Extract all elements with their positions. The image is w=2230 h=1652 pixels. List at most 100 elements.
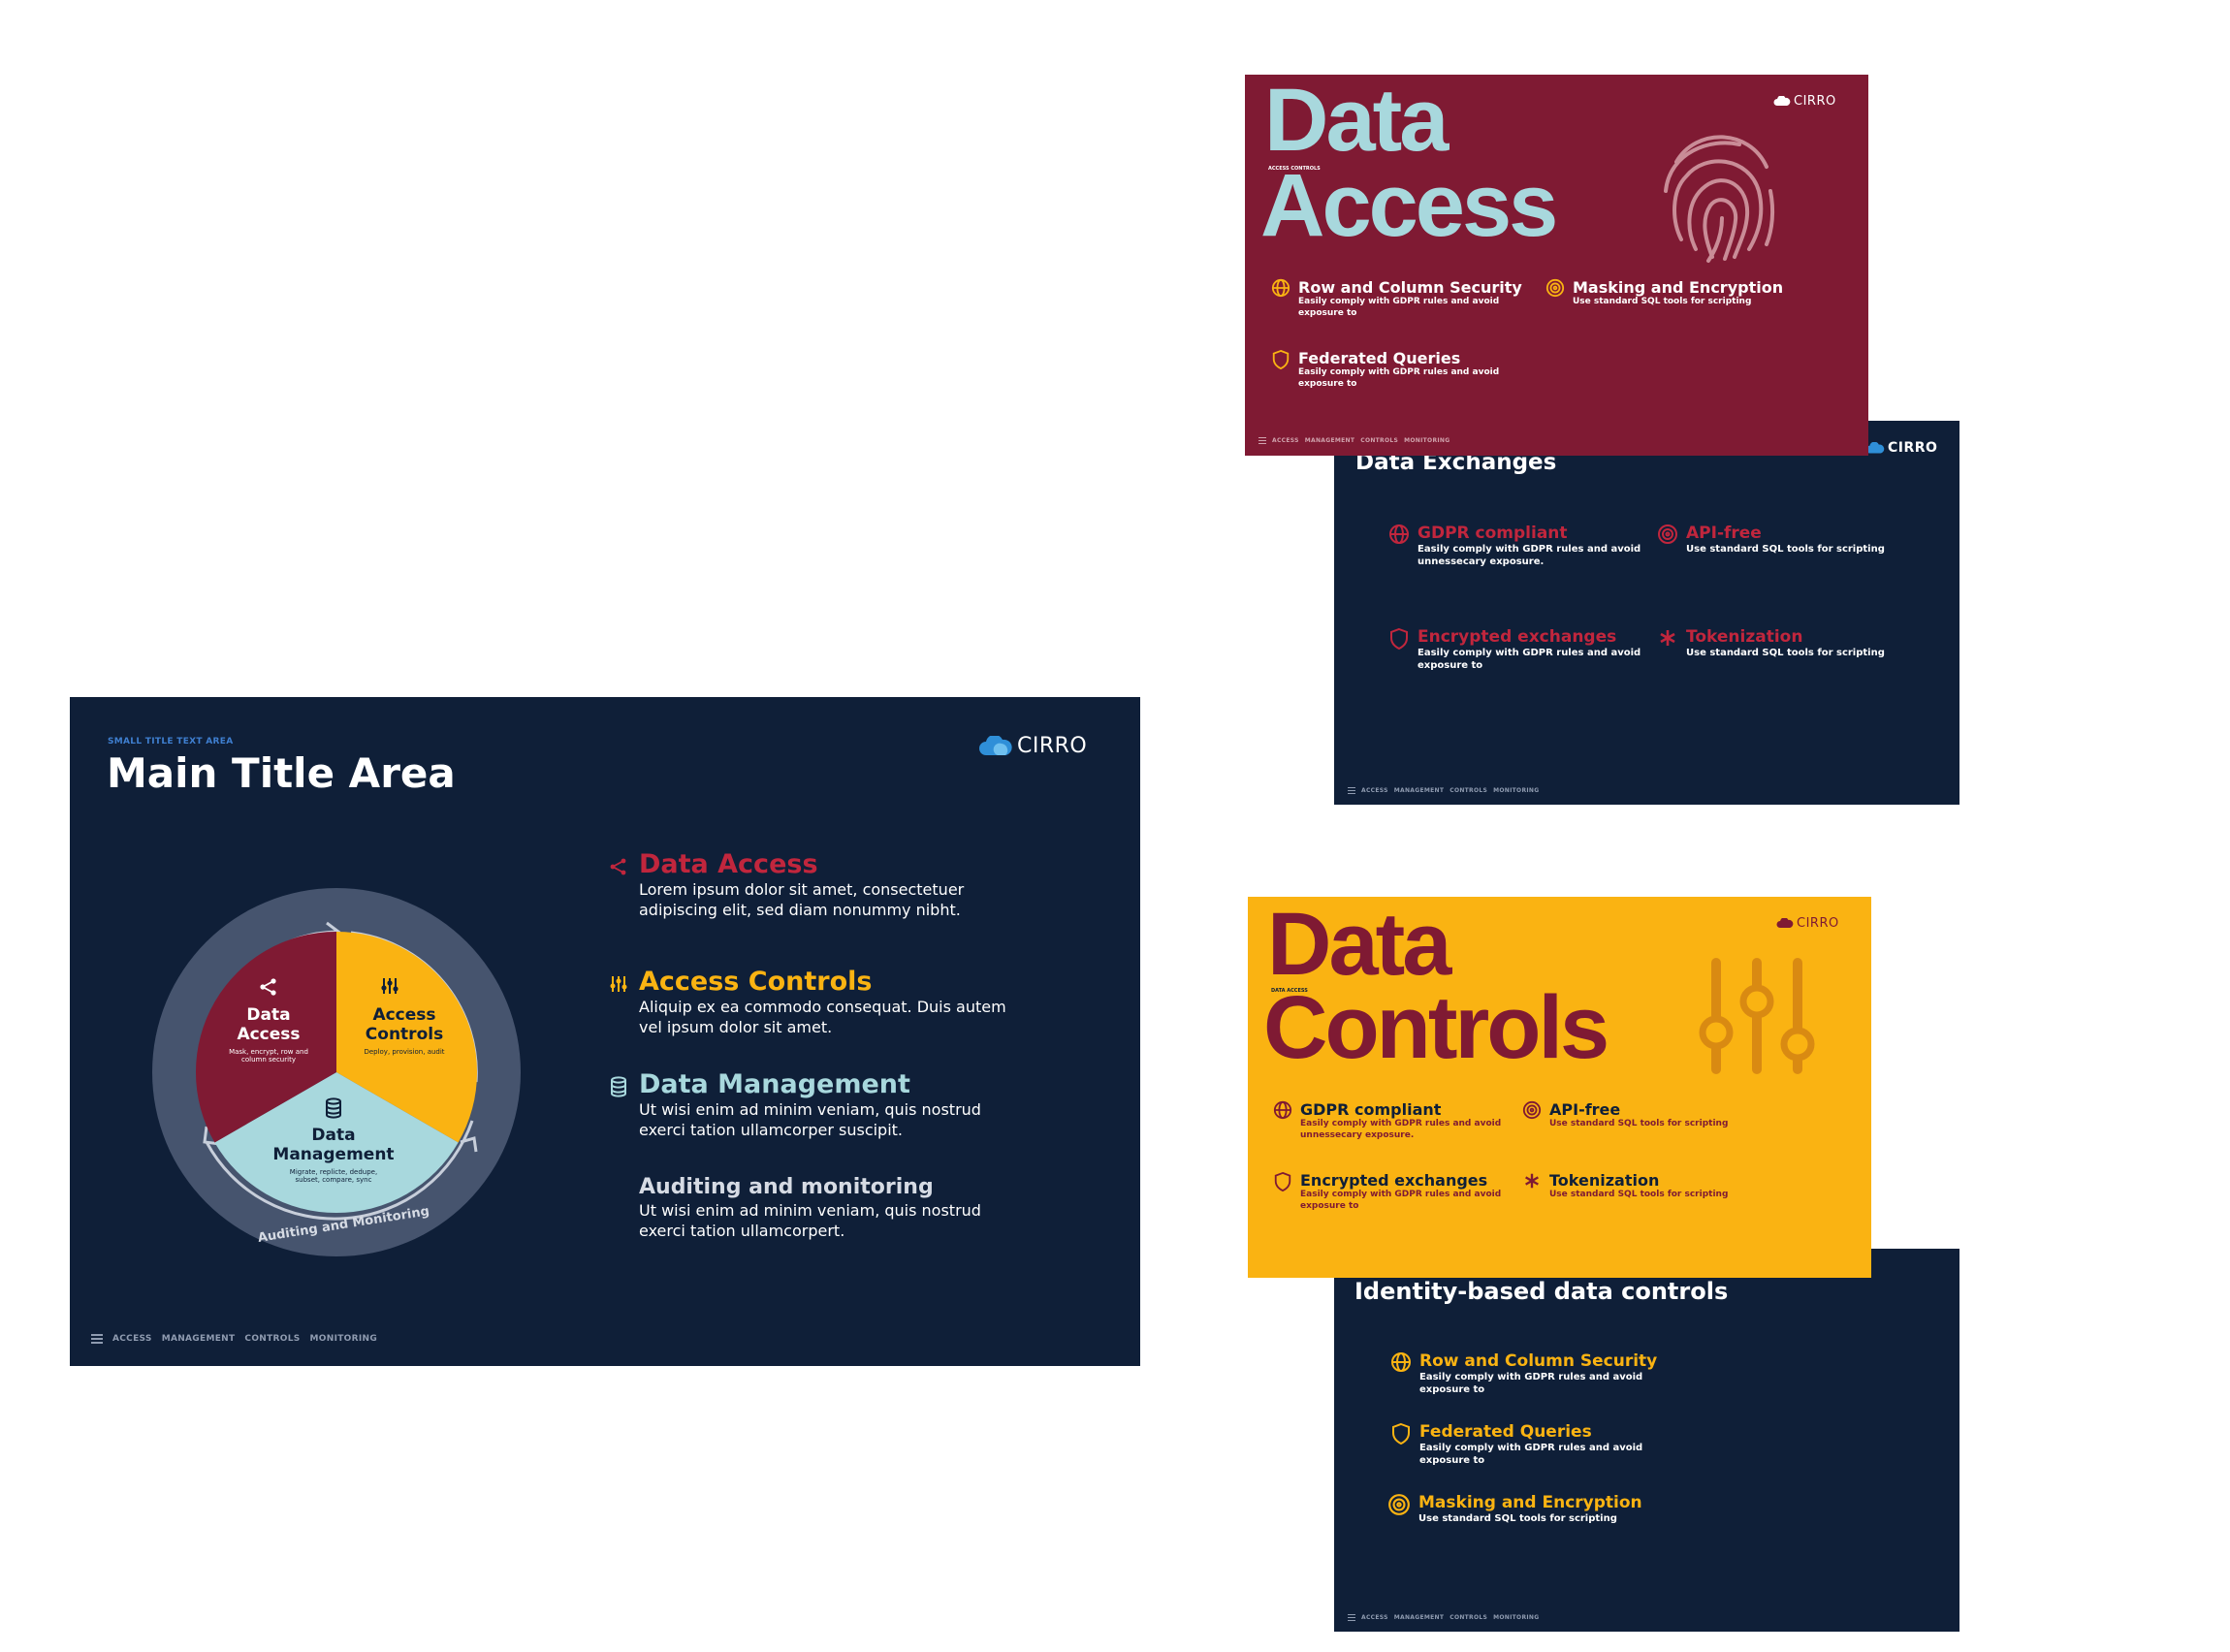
footer-link-controls[interactable]: CONTROLS [1450, 787, 1487, 794]
cloud-icon [1776, 918, 1794, 928]
brand-logo: CIRRO [978, 734, 1087, 758]
database-icon [326, 1097, 341, 1119]
feature-title: Federated Queries [1298, 349, 1461, 367]
slide-footer: ACCESS MANAGEMENT CONTROLS MONITORING [1348, 1614, 1539, 1621]
footer-link-access[interactable]: ACCESS [1361, 787, 1388, 794]
brand-name: CIRRO [1888, 440, 1938, 456]
brand-logo: CIRRO [1773, 94, 1836, 109]
feature-title: Row and Column Security [1298, 278, 1522, 297]
feature-line-1: Easily comply with GDPR rules and avoid [1298, 297, 1500, 306]
feature-line-2: exposure to [1300, 1200, 1359, 1211]
cloud-icon [1865, 441, 1885, 453]
feature-line-2: exposure to [1298, 307, 1357, 318]
feature-line-2: exposure to [1418, 660, 1483, 671]
footer-link-controls[interactable]: CONTROLS [1450, 1614, 1487, 1621]
brand-name: CIRRO [1794, 94, 1836, 109]
feature-api-free: API-free Use standard SQL tools for scri… [1657, 524, 1885, 556]
slide-title: Identity-based data controls [1354, 1278, 1729, 1305]
footer-link-monitoring[interactable]: MONITORING [310, 1334, 377, 1344]
feature-line-2: exposure to [1419, 1455, 1485, 1466]
feature-title: Masking and Encryption [1573, 278, 1784, 297]
feature-line-2: exposure to [1298, 378, 1357, 389]
feature-title: API-free [1549, 1100, 1621, 1119]
wheel-data-management-title-2: Management [272, 1145, 395, 1164]
wheel-data-access-title-2: Access [237, 1025, 301, 1044]
wheel-data-management-desc-1: Migrate, replicte, dedupe, [289, 1168, 378, 1176]
feature-line-1: Use standard SQL tools for scripting [1686, 648, 1885, 658]
globe-icon [1273, 1100, 1292, 1120]
wheel-data-access-title-1: Data [246, 1005, 291, 1025]
feature-row-column-security: Row and Column Security Easily comply wi… [1390, 1351, 1657, 1396]
identity-controls-slide: Identity-based data controls Row and Col… [1334, 1249, 1959, 1632]
target-icon [1522, 1100, 1542, 1120]
list-item-title: Access Controls [639, 967, 873, 997]
share-icon [610, 858, 626, 875]
globe-icon [1271, 278, 1290, 298]
feature-api-free: API-free Use standard SQL tools for scri… [1522, 1100, 1728, 1130]
asterisk-icon [1525, 1173, 1539, 1189]
wheel-data-management: Data Management Migrate, replicte, dedup… [261, 1126, 406, 1184]
feature-line-1: Easily comply with GDPR rules and avoid [1300, 1119, 1502, 1128]
menu-icon[interactable] [1258, 437, 1266, 444]
feature-gdpr: GDPR compliant Easily comply with GDPR r… [1388, 524, 1641, 568]
globe-icon [1389, 524, 1409, 544]
list-item-title: Data Access [639, 849, 818, 879]
shield-icon [1274, 1171, 1291, 1192]
list-item-auditing: Auditing and monitoring Ut wisi enim ad … [639, 1175, 981, 1241]
feature-line-2: unnessecary exposure. [1418, 556, 1545, 567]
footer-link-management[interactable]: MANAGEMENT [1394, 1614, 1445, 1621]
footer-link-monitoring[interactable]: MONITORING [1493, 1614, 1539, 1621]
list-item-line-2: exerci tation ullamcorper suscipit. [639, 1121, 904, 1139]
big-title-line-2: Access [1260, 156, 1558, 255]
list-item-access-controls: Access Controls Aliquip ex ea commodo co… [639, 968, 1006, 1037]
footer-link-management[interactable]: MANAGEMENT [162, 1334, 236, 1344]
asterisk-icon [1660, 630, 1675, 646]
list-item-line-1: Aliquip ex ea commodo consequat. Duis au… [639, 998, 1006, 1016]
wheel-access-controls: Access Controls Deploy, provision, audit [341, 1005, 467, 1056]
wheel-access-controls-title-2: Controls [365, 1025, 444, 1044]
data-exchanges-slide: Data Exchanges CIRRO GDPR compliant Easi… [1334, 421, 1959, 805]
footer-link-management[interactable]: MANAGEMENT [1305, 437, 1355, 444]
wheel-data-management-desc-2: subset, compare, sync [295, 1176, 372, 1184]
feature-line-1: Easily comply with GDPR rules and avoid [1419, 1372, 1643, 1382]
big-title-line-1: Data [1264, 75, 1449, 170]
brand-name: CIRRO [1017, 734, 1088, 758]
footer-link-controls[interactable]: CONTROLS [1360, 437, 1398, 444]
footer-link-controls[interactable]: CONTROLS [244, 1334, 300, 1344]
feature-line-1: Use standard SQL tools for scripting [1549, 1190, 1729, 1199]
wheel-access-controls-desc-1: Deploy, provision, audit [364, 1048, 445, 1056]
lifecycle-wheel [152, 888, 521, 1256]
big-title-line-2: Controls [1263, 978, 1609, 1077]
feature-line-1: Use standard SQL tools for scripting [1549, 1119, 1729, 1128]
feature-masking-encryption: Masking and Encryption Use standard SQL … [1387, 1493, 1642, 1525]
feature-line-1: Easily comply with GDPR rules and avoid [1419, 1443, 1643, 1453]
footer-link-access[interactable]: ACCESS [1272, 437, 1299, 444]
feature-title: Masking and Encryption [1418, 1493, 1642, 1512]
feature-line-1: Easily comply with GDPR rules and avoid [1300, 1190, 1502, 1199]
globe-icon [1391, 1352, 1411, 1372]
slide-footer: ACCESS MANAGEMENT CONTROLS MONITORING [1348, 787, 1539, 794]
target-icon [1658, 524, 1677, 544]
feature-line-2: unnessecary exposure. [1300, 1129, 1415, 1140]
brand-logo: CIRRO [1865, 440, 1937, 456]
menu-icon[interactable] [1348, 1614, 1355, 1621]
shield-icon [1390, 627, 1408, 651]
brand-logo: CIRRO [1776, 916, 1839, 931]
feature-gdpr: GDPR compliant Easily comply with GDPR r… [1273, 1100, 1501, 1141]
feature-title: Federated Queries [1419, 1422, 1592, 1442]
footer-link-monitoring[interactable]: MONITORING [1493, 787, 1539, 794]
menu-icon[interactable] [91, 1334, 103, 1344]
footer-link-access[interactable]: ACCESS [1361, 1614, 1388, 1621]
menu-icon[interactable] [1348, 787, 1355, 794]
slide-footer: ACCESS MANAGEMENT CONTROLS MONITORING [91, 1334, 377, 1344]
feature-line-1: Easily comply with GDPR rules and avoid [1418, 648, 1641, 658]
cloud-icon [979, 735, 1012, 755]
feature-line-1: Easily comply with GDPR rules and avoid [1298, 367, 1500, 377]
feature-encrypted-exchanges: Encrypted exchanges Easily comply with G… [1273, 1171, 1501, 1212]
feature-title: Encrypted exchanges [1300, 1171, 1488, 1190]
footer-link-monitoring[interactable]: MONITORING [1404, 437, 1450, 444]
list-item-title: Auditing and monitoring [639, 1175, 934, 1199]
footer-link-management[interactable]: MANAGEMENT [1394, 787, 1445, 794]
slide-footer: ACCESS MANAGEMENT CONTROLS MONITORING [1258, 437, 1450, 444]
footer-link-access[interactable]: ACCESS [112, 1334, 152, 1344]
